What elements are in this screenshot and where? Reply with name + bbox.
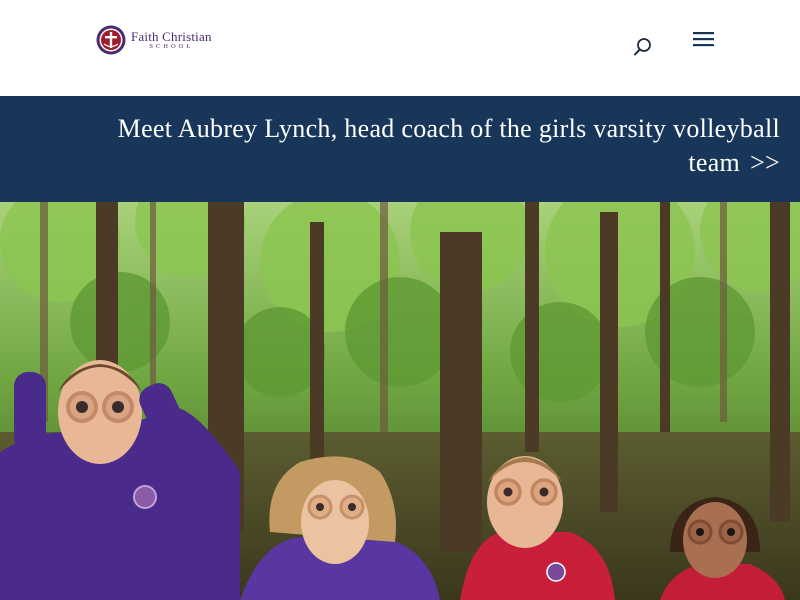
search-icon xyxy=(634,38,651,56)
logo-subtitle: SCHOOL xyxy=(149,42,194,50)
announcement-banner[interactable]: Meet Aubrey Lynch, head coach of the gir… xyxy=(0,96,800,202)
page: Faith Christian SCHOOL Meet Aubrey Lynch… xyxy=(0,0,800,600)
menu-button[interactable] xyxy=(692,30,716,50)
logo-name: Faith Christian xyxy=(131,28,212,44)
school-seal-icon xyxy=(96,25,126,55)
banner-arrow: >> xyxy=(750,148,780,177)
banner-headline: Meet Aubrey Lynch, head coach of the gir… xyxy=(117,114,780,177)
search-button[interactable] xyxy=(632,36,654,58)
photo-children-in-forest xyxy=(0,202,800,600)
hamburger-menu-icon xyxy=(693,32,714,47)
logo-link[interactable]: Faith Christian SCHOOL xyxy=(96,22,212,58)
site-header: Faith Christian SCHOOL xyxy=(0,0,800,96)
hero-image xyxy=(0,202,800,600)
